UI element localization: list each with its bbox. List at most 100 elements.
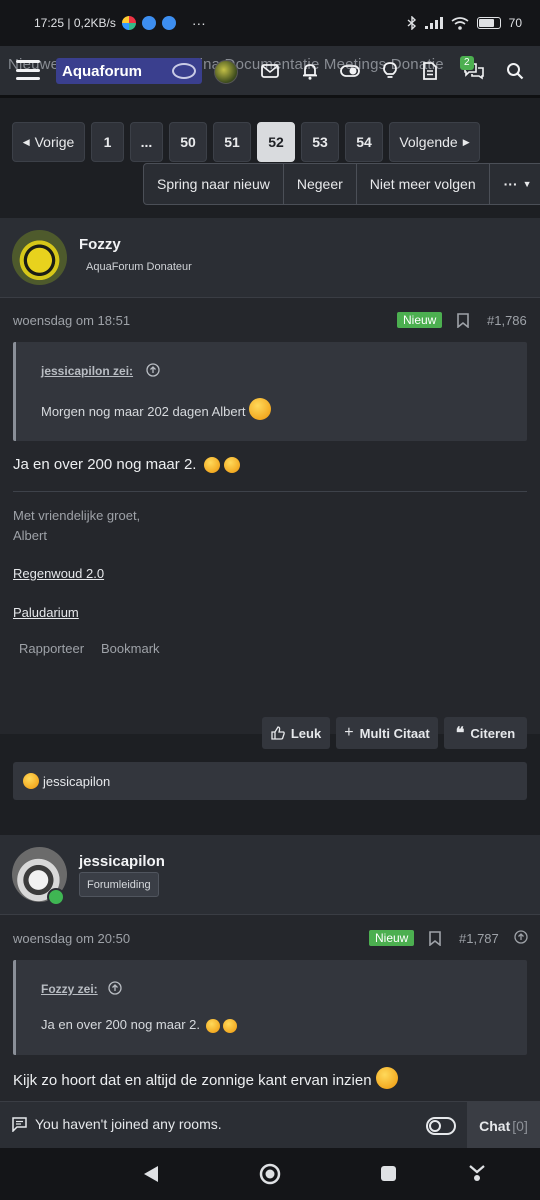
lightbulb-icon[interactable] <box>379 60 401 82</box>
page-link-53[interactable]: 53 <box>301 122 339 162</box>
envelope-icon[interactable] <box>259 60 281 82</box>
bookmark-icon[interactable] <box>457 313 469 328</box>
post-date[interactable]: woensdag om 20:50 <box>13 931 130 946</box>
fish-icon <box>172 63 196 79</box>
post-header: Fozzy AquaForum Donateur <box>0 218 540 298</box>
document-icon[interactable] <box>419 60 441 82</box>
quote-block: jessicapilon zei: Morgen nog maar 202 da… <box>13 342 527 441</box>
bookmark-icon[interactable] <box>429 931 441 946</box>
keyboard-hide-icon[interactable] <box>469 1163 485 1183</box>
like-button[interactable]: Leuk <box>262 717 330 749</box>
chevron-down-icon: ▼ <box>522 179 532 189</box>
battery-level: 70 <box>508 16 522 30</box>
next-page-button[interactable]: Volgende ▶ <box>389 122 480 162</box>
new-badge: Nieuw <box>397 312 443 328</box>
quote-author-link[interactable]: Fozzy zei: <box>41 982 98 996</box>
chat-bar: You haven't joined any rooms. Chat [0] <box>0 1101 540 1149</box>
signature-link-paludarium[interactable]: Paludarium <box>13 605 79 620</box>
more-options-button[interactable]: ··· ▼ <box>490 164 540 204</box>
page-link-50[interactable]: 50 <box>169 122 207 162</box>
arrow-up-circle-icon[interactable] <box>108 981 122 995</box>
android-navigation-bar <box>0 1148 540 1200</box>
back-icon[interactable] <box>142 1164 160 1184</box>
new-badge: Nieuw <box>369 930 415 946</box>
app-notification-icon <box>161 16 176 30</box>
status-bar: 17:25 | 0,2KB/s ··· 70 <box>0 0 540 46</box>
battery-icon <box>476 17 501 29</box>
post-message: Kijk zo hoort dat en altijd de zonnige k… <box>13 1067 398 1090</box>
wifi-icon <box>451 16 469 30</box>
post: jessicapilon Forumleiding woensdag om 20… <box>0 835 540 1101</box>
bluetooth-icon <box>407 16 416 30</box>
menu-icon[interactable] <box>16 60 40 80</box>
wink-emoji-icon <box>249 397 272 420</box>
chat-count: [0] <box>512 1117 528 1134</box>
laughing-emoji-icon <box>223 1018 238 1033</box>
author-name[interactable]: Fozzy <box>79 236 121 253</box>
wink-emoji-icon <box>375 1067 398 1090</box>
multi-quote-button[interactable]: + Multi Citaat <box>336 717 438 749</box>
status-more: ··· <box>191 15 206 31</box>
next-label: Volgende <box>399 134 458 150</box>
post-header: jessicapilon Forumleiding <box>0 835 540 915</box>
chat-open-button[interactable]: Chat [0] <box>467 1102 540 1149</box>
quote-author-link[interactable]: jessicapilon zei: <box>41 364 133 378</box>
signal-icon <box>424 17 443 29</box>
arrow-up-circle-icon[interactable] <box>514 930 528 944</box>
chat-toggle[interactable] <box>426 1117 456 1135</box>
reaction-user[interactable]: jessicapilon <box>43 774 110 789</box>
page-link-1[interactable]: 1 <box>91 122 124 162</box>
quote-text: Ja en over 200 nog maar 2. <box>41 1017 238 1033</box>
signature-greeting: Met vriendelijke groet, <box>13 508 141 523</box>
signature-link-regenwoud[interactable]: Regenwoud 2.0 <box>13 566 104 581</box>
conversations-count-badge: 2 <box>460 56 474 70</box>
toggle-icon[interactable] <box>339 60 361 82</box>
author-avatar[interactable] <box>12 230 67 285</box>
chat-icon <box>12 1117 27 1132</box>
forum-navbar: Nieuwe berichten HomePagina Documentatie… <box>0 46 540 98</box>
status-time: 17:25 | 0,2KB/s <box>34 16 116 30</box>
caret-right-icon: ▶ <box>462 136 470 147</box>
post-number[interactable]: #1,786 <box>487 313 527 328</box>
online-status-icon <box>47 888 65 906</box>
bell-icon[interactable] <box>299 60 321 82</box>
quote-reply-button[interactable]: ❝ Citeren <box>444 717 527 749</box>
app-notification-icon <box>141 16 156 30</box>
post-number[interactable]: #1,787 <box>459 931 499 946</box>
plus-icon: + <box>344 724 354 741</box>
signature-divider <box>13 491 527 492</box>
thumbs-up-icon <box>271 726 285 740</box>
reactions-bar[interactable]: jessicapilon <box>13 762 527 800</box>
post-date[interactable]: woensdag om 18:51 <box>13 313 130 328</box>
prev-label: Vorige <box>34 134 75 150</box>
site-logo[interactable]: Aquaforum <box>56 58 202 84</box>
logo-text: Aquaforum <box>62 62 142 80</box>
recents-icon[interactable] <box>380 1165 397 1182</box>
quote-text: Morgen nog maar 202 dagen Albert <box>41 397 272 420</box>
bookmark-link[interactable]: Bookmark <box>101 641 160 656</box>
author-name[interactable]: jessicapilon <box>79 853 165 870</box>
user-avatar[interactable] <box>214 60 238 84</box>
quote-marks-icon: ❝ <box>455 725 465 742</box>
ignore-button[interactable]: Negeer <box>284 164 357 204</box>
chat-status-text: You haven't joined any rooms. <box>35 1116 222 1132</box>
post: Fozzy AquaForum Donateur woensdag om 18:… <box>0 218 540 800</box>
unfollow-button[interactable]: Niet meer volgen <box>357 164 490 204</box>
page-link-54[interactable]: 54 <box>345 122 383 162</box>
page-link-51[interactable]: 51 <box>213 122 251 162</box>
page-ellipsis[interactable]: ... <box>130 122 163 162</box>
laughing-emoji-icon <box>203 457 220 474</box>
laughing-emoji-icon <box>205 1018 220 1033</box>
rofl-emoji-icon <box>23 773 39 789</box>
home-icon[interactable] <box>259 1163 281 1185</box>
prev-page-button[interactable]: ◀ Vorige <box>12 122 85 162</box>
post-body: woensdag om 18:51 Nieuw #1,786 jessicapi… <box>0 298 540 800</box>
jump-to-new-button[interactable]: Spring naar nieuw <box>144 164 284 204</box>
search-icon[interactable] <box>504 60 526 82</box>
page-link-52-current[interactable]: 52 <box>257 122 295 162</box>
caret-left-icon: ◀ <box>22 136 30 147</box>
role-badge: Forumleiding <box>79 872 159 897</box>
report-link[interactable]: Rapporteer <box>19 641 84 656</box>
arrow-up-circle-icon[interactable] <box>146 363 160 377</box>
signature-name: Albert <box>13 528 47 543</box>
